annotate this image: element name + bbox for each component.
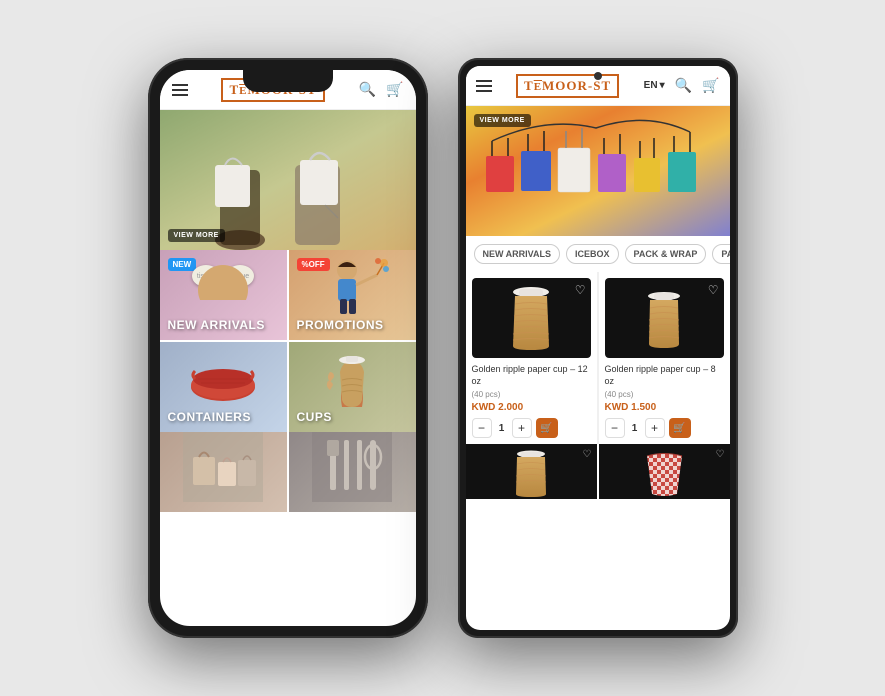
cups-svg	[312, 342, 392, 417]
category-grid-left: NEW tissue tissue NEW ARRIVALS %OFF	[160, 250, 416, 432]
header-icons-left: 🔍 🛒	[359, 81, 404, 98]
product-name-1: Golden ripple paper cup – 12 oz	[472, 364, 591, 387]
qty-value-1: 1	[496, 423, 508, 434]
wishlist-1[interactable]: ♡	[575, 283, 586, 297]
tab-icebox[interactable]: ICEBOX	[566, 244, 619, 264]
menu-icon[interactable]	[172, 84, 188, 96]
hero-img-left: VIEW MORE	[160, 110, 416, 250]
cat-new-arrivals-label: NEW ARRIVALS	[168, 318, 265, 332]
cat-bags[interactable]	[160, 432, 287, 512]
menu-icon-right[interactable]	[476, 80, 492, 92]
bags-svg	[183, 432, 263, 502]
qty-minus-1[interactable]: −	[472, 418, 492, 438]
notch-left	[243, 70, 333, 92]
partial-product-2: ♡	[599, 444, 730, 499]
promo-svg	[312, 255, 392, 325]
product-price-2: KWD 1.500	[605, 402, 724, 413]
partial-product-1: ♡	[466, 444, 597, 499]
utensils-svg	[312, 432, 392, 502]
face	[198, 265, 248, 300]
wishlist-4[interactable]: ♡	[716, 449, 725, 460]
phone-right: TEMOOR-ST EN ▾ 🔍 🛒	[458, 58, 738, 638]
filter-tabs: NEW ARRIVALS ICEBOX PACK & WRAP PARTY	[466, 236, 730, 272]
screen-left: TEMOOR-ST 🔍 🛒	[160, 70, 416, 626]
wishlist-2[interactable]: ♡	[708, 283, 719, 297]
cart-icon-left[interactable]: 🛒	[386, 81, 403, 98]
product-card-1: ♡	[466, 272, 597, 444]
add-cart-btn-1[interactable]: 🛒	[536, 418, 558, 438]
phones-container: TEMOOR-ST 🔍 🛒	[128, 38, 758, 658]
cart-icon-right[interactable]: 🛒	[702, 77, 719, 94]
screen-right: TEMOOR-ST EN ▾ 🔍 🛒	[466, 66, 730, 630]
cat-promotions[interactable]: %OFF	[289, 250, 416, 340]
product-qty-1: (40 pcs)	[472, 390, 591, 399]
wishlist-3[interactable]: ♡	[583, 449, 592, 460]
hero-img-right: VIEW MORE	[466, 106, 730, 236]
product-name-2: Golden ripple paper cup – 8 oz	[605, 364, 724, 387]
cat-containers[interactable]: CONTAINERS	[160, 342, 287, 432]
qty-plus-1[interactable]: +	[512, 418, 532, 438]
bottom-partial-products: ♡	[466, 444, 730, 499]
product-card-2: ♡	[599, 272, 730, 444]
add-to-cart-1: − 1 + 🛒	[472, 418, 591, 438]
tab-new-arrivals[interactable]: NEW ARRIVALS	[474, 244, 561, 264]
search-icon-left[interactable]: 🔍	[359, 81, 376, 98]
view-more-right[interactable]: VIEW MORE	[474, 114, 531, 127]
logo-right: TEMOOR-ST	[516, 74, 619, 98]
product-img-2: ♡	[605, 278, 724, 358]
cat-utensils[interactable]	[289, 432, 416, 512]
product-qty-2: (40 pcs)	[605, 390, 724, 399]
language-btn[interactable]: EN ▾	[644, 80, 665, 91]
product-price-1: KWD 2.000	[472, 402, 591, 413]
product-img-1: ♡	[472, 278, 591, 358]
hero-banner-left: VIEW MORE	[160, 110, 416, 250]
cat-new-arrivals[interactable]: NEW tissue tissue NEW ARRIVALS	[160, 250, 287, 340]
tab-pack-wrap[interactable]: PACK & WRAP	[625, 244, 707, 264]
header-icons-right: EN ▾ 🔍 🛒	[644, 77, 720, 94]
partial-cloth-svg	[637, 446, 692, 498]
product-grid: ♡	[466, 272, 730, 444]
front-camera-right	[594, 72, 602, 80]
cat-cups[interactable]: CUPS	[289, 342, 416, 432]
container-svg	[183, 347, 263, 417]
view-more-left[interactable]: VIEW MORE	[168, 229, 225, 242]
hero-right: VIEW MORE	[466, 106, 730, 236]
tab-party[interactable]: PARTY	[712, 244, 729, 264]
cat-bottom-left	[160, 432, 416, 512]
qty-minus-2[interactable]: −	[605, 418, 625, 438]
add-to-cart-2: − 1 + 🛒	[605, 418, 724, 438]
cup-svg-2	[634, 282, 694, 354]
cup-svg-1	[501, 282, 561, 354]
add-cart-btn-2[interactable]: 🛒	[669, 418, 691, 438]
search-icon-right[interactable]: 🔍	[675, 77, 692, 94]
right-screen-scroll: VIEW MORE NEW ARRIVALS ICEBOX PACK & WRA…	[466, 106, 730, 630]
phone-left: TEMOOR-ST 🔍 🛒	[148, 58, 428, 638]
qty-plus-2[interactable]: +	[645, 418, 665, 438]
partial-cup-svg	[504, 446, 559, 498]
qty-value-2: 1	[629, 423, 641, 434]
